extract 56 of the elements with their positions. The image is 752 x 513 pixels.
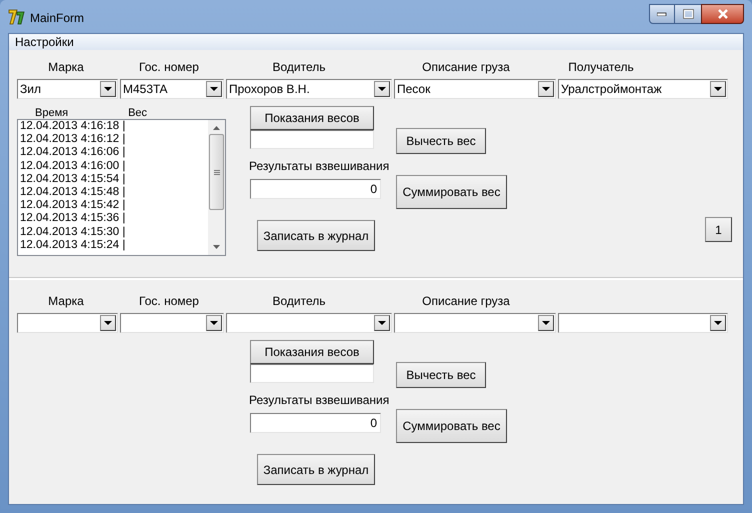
log-entry[interactable]: 12.04.2013 4:15:42 | xyxy=(20,199,208,212)
menu-item[interactable]: Настройки xyxy=(9,33,80,51)
minimize-icon xyxy=(657,12,667,16)
scroll-down-icon[interactable] xyxy=(213,245,220,249)
journal-button[interactable]: Записать в журнал xyxy=(257,220,375,251)
field-label: Марка xyxy=(47,293,85,308)
log-entry[interactable]: 12.04.2013 4:15:54 | xyxy=(20,172,208,186)
column-header: Вес xyxy=(128,106,148,118)
field-label: Гос. номер xyxy=(138,293,200,308)
sum-button[interactable]: Суммировать вес xyxy=(396,175,507,209)
dropdown[interactable]: Прохоров В.Н. xyxy=(226,79,392,99)
window-title: MainForm xyxy=(30,10,84,27)
scale-reading-button[interactable]: Показания весов xyxy=(250,340,374,364)
field-label: Описание груза xyxy=(421,293,511,308)
result-label: Результаты взвешивания xyxy=(249,392,390,409)
dropdown[interactable] xyxy=(120,313,224,333)
page-button[interactable]: 1 xyxy=(705,217,732,242)
log-entry[interactable]: 12.04.2013 4:16:12 | xyxy=(20,133,208,146)
field-label: Гос. номер xyxy=(138,59,200,74)
subtract-button[interactable]: Вычесть вес xyxy=(396,128,486,154)
scrollbar[interactable] xyxy=(208,120,225,255)
dropdown[interactable] xyxy=(17,313,118,333)
scale-reading-field[interactable] xyxy=(250,364,374,383)
scroll-up-icon[interactable] xyxy=(213,126,220,130)
scale-reading-button[interactable]: Показания весов xyxy=(250,106,374,130)
journal-button[interactable]: Записать в журнал xyxy=(257,454,375,485)
dropdown[interactable]: Песок xyxy=(394,79,556,99)
field-label: Марка xyxy=(47,59,85,74)
sum-button[interactable]: Суммировать вес xyxy=(396,409,507,443)
log-entry[interactable]: 12.04.2013 4:16:18 | xyxy=(20,120,208,134)
dropdown[interactable]: M453TA xyxy=(120,79,224,99)
log-entry[interactable]: 12.04.2013 4:16:00 | xyxy=(20,160,208,173)
log-entry[interactable]: 12.04.2013 4:16:06 | xyxy=(20,146,208,160)
log-entry[interactable]: 12.04.2013 4:15:36 | xyxy=(20,212,208,226)
field-label: Описание груза xyxy=(421,59,511,74)
dropdown[interactable]: Зил xyxy=(17,79,118,99)
maximize-icon xyxy=(682,9,694,19)
result-field[interactable]: 0 xyxy=(250,413,381,433)
column-header: Время xyxy=(35,106,68,118)
app-icon xyxy=(8,8,26,26)
subtract-button[interactable]: Вычесть вес xyxy=(396,362,486,388)
field-label: Получатель xyxy=(567,59,635,74)
log-entry[interactable]: 12.04.2013 4:15:30 | xyxy=(20,226,208,239)
maximize-button[interactable] xyxy=(675,4,701,24)
scrollbar-thumb[interactable] xyxy=(209,134,224,210)
dropdown[interactable]: Уралстроймонтаж xyxy=(558,79,728,99)
close-button[interactable] xyxy=(701,4,744,24)
field-label: Водитель xyxy=(271,59,326,74)
field-label: Водитель xyxy=(271,293,326,308)
log-entry[interactable]: 12.04.2013 4:15:24 | xyxy=(20,238,208,252)
result-label: Результаты взвешивания xyxy=(249,158,390,175)
scale-reading-field[interactable] xyxy=(250,130,374,149)
close-icon xyxy=(716,9,728,19)
minimize-button[interactable] xyxy=(649,4,675,24)
result-field[interactable]: 0 xyxy=(250,179,381,199)
log-entry[interactable]: 12.04.2013 4:15:48 | xyxy=(20,186,208,200)
